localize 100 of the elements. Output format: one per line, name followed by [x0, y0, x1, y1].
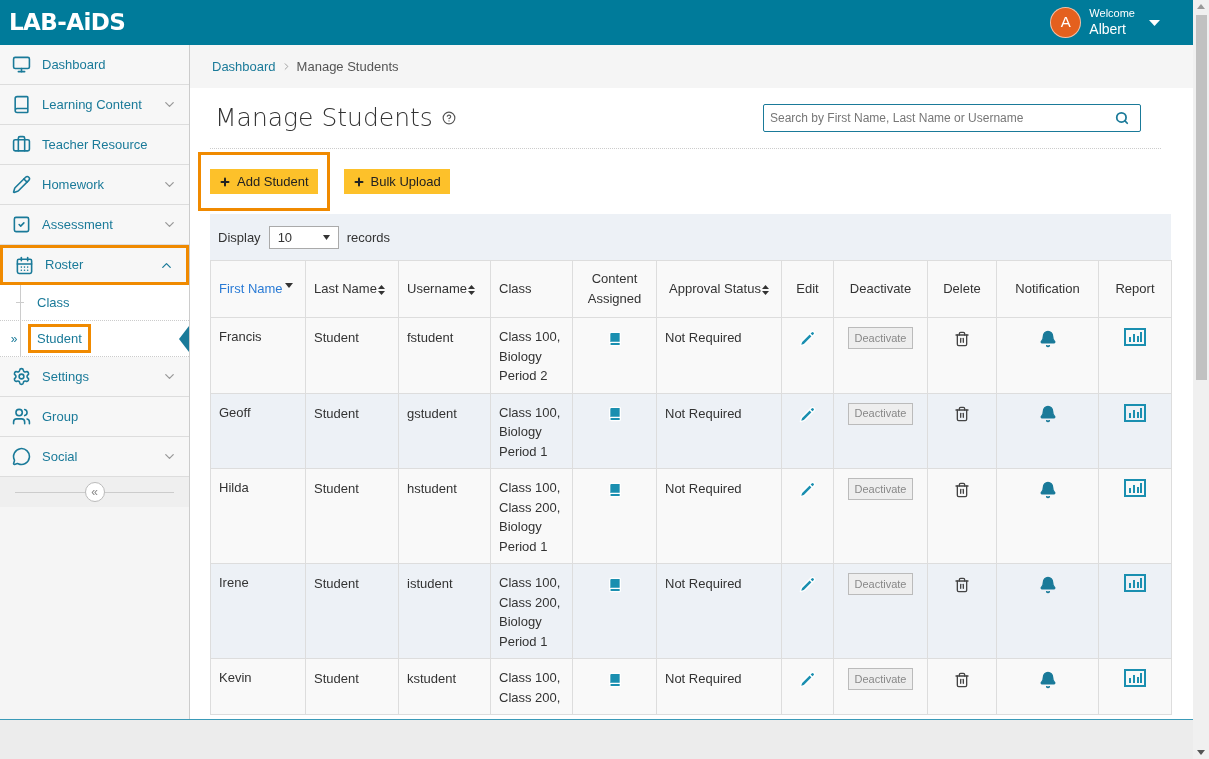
table-cell-text: Class 100, [499, 328, 562, 346]
records-label: records [346, 228, 390, 247]
table-cell-text: Biology [499, 423, 543, 441]
bell-icon[interactable] [1038, 575, 1057, 594]
help-icon[interactable] [441, 111, 456, 125]
edit-icon[interactable] [799, 671, 816, 689]
search-icon[interactable] [1115, 111, 1129, 125]
trash-icon[interactable] [954, 330, 970, 347]
people-icon [12, 407, 31, 426]
column-header[interactable]: Username [398, 260, 491, 318]
collapse-button[interactable]: « [84, 482, 105, 502]
logo[interactable]: LAB-AiDS [9, 5, 126, 40]
table-cell: Francis [219, 329, 262, 344]
deactivate-button[interactable]: Deactivate [847, 573, 914, 595]
monitor-icon [12, 55, 31, 74]
chart-icon[interactable] [1124, 328, 1146, 346]
table-cell: Hilda [219, 480, 249, 495]
avatar[interactable]: A [1050, 7, 1082, 38]
deactivate-button[interactable]: Deactivate [847, 478, 914, 500]
column-header: Edit [781, 260, 834, 318]
column-header[interactable]: Approval Status [656, 260, 782, 318]
scroll-down-icon[interactable] [1197, 750, 1205, 755]
edit-icon[interactable] [799, 481, 816, 499]
column-header: Content Assigned [572, 260, 657, 318]
book-icon[interactable] [606, 406, 623, 423]
bell-icon[interactable] [1038, 329, 1057, 348]
sort-icon[interactable] [761, 284, 769, 295]
bell-icon[interactable] [1038, 670, 1057, 689]
sort-icon[interactable] [377, 284, 385, 295]
page-size-select[interactable]: 10 [268, 226, 339, 249]
column-header: Report [1098, 260, 1172, 318]
action-button[interactable]: Add Student [210, 169, 318, 194]
current-marker: » [10, 330, 18, 348]
sidebar-item[interactable]: Roster [0, 245, 189, 285]
active-pointer-icon [179, 325, 189, 352]
table-cell-text: Class 200, [499, 593, 562, 612]
caret-icon[interactable] [1149, 19, 1160, 26]
book-icon[interactable] [606, 330, 623, 347]
plus-icon [219, 175, 231, 188]
table-cell: Student [314, 671, 359, 686]
welcome-label: Welcome [1089, 6, 1135, 21]
table-cell-text: Class 200, [499, 498, 562, 517]
table-cell: Not Required [665, 405, 742, 421]
table-cell: Student [314, 405, 359, 421]
edit-icon[interactable] [799, 576, 816, 594]
table-cell: Not Required [665, 330, 742, 345]
deactivate-button[interactable]: Deactivate [847, 402, 914, 425]
table-cell-text: Period 2 [499, 367, 549, 385]
table-cell: Student [314, 330, 359, 345]
table-cell-text: Biology [499, 613, 543, 631]
breadcrumb-current: Manage Students [296, 57, 399, 76]
deactivate-button[interactable]: Deactivate [847, 668, 914, 690]
table-cell-text: Biology [499, 347, 543, 366]
checkbox-icon [12, 215, 31, 234]
column-header: Deactivate [833, 260, 928, 318]
table-cell-text: Class 100, [499, 479, 562, 497]
table-cell: Kevin [219, 670, 252, 685]
column-header[interactable]: First Name [210, 260, 306, 318]
table-cell: Not Required [665, 671, 742, 686]
action-button[interactable]: Bulk Upload [343, 169, 450, 194]
user-name[interactable]: Albert [1089, 20, 1135, 39]
table-cell-text: Period 1 [499, 632, 549, 651]
breadcrumb-link[interactable]: Dashboard [212, 56, 276, 77]
edit-icon[interactable] [799, 405, 816, 423]
table-cell-text: Biology [499, 518, 543, 536]
display-label: Display [218, 228, 261, 247]
table-cell: kstudent [407, 671, 457, 686]
trash-icon[interactable] [954, 481, 970, 498]
deactivate-button[interactable]: Deactivate [847, 327, 914, 349]
book-icon[interactable] [606, 481, 623, 498]
edit-icon[interactable] [799, 330, 816, 348]
sidebar-subitem[interactable]: » Student [0, 321, 189, 357]
scroll-up-icon[interactable] [1197, 4, 1205, 9]
table-cell-text: Period 1 [499, 442, 549, 461]
sidebar-subitem[interactable]: Class [0, 285, 189, 321]
book-icon [12, 95, 31, 114]
briefcase-icon [12, 135, 31, 154]
settings-icon [12, 367, 31, 386]
table-cell: Student [314, 576, 359, 591]
search-field[interactable]: Search by First Name, Last Name or Username [763, 104, 1141, 132]
trash-icon[interactable] [954, 671, 970, 688]
chart-icon[interactable] [1124, 403, 1146, 422]
table-cell: Irene [219, 575, 249, 590]
book-icon[interactable] [606, 576, 623, 593]
bell-icon[interactable] [1038, 405, 1057, 424]
book-icon[interactable] [606, 671, 623, 688]
chart-icon[interactable] [1124, 574, 1146, 592]
sort-icon[interactable] [467, 284, 475, 295]
sort-icon[interactable] [284, 283, 293, 288]
scrollbar[interactable] [1193, 0, 1209, 759]
chart-icon[interactable] [1124, 479, 1146, 497]
chart-icon[interactable] [1124, 669, 1146, 687]
trash-icon[interactable] [954, 576, 970, 593]
table-cell-text: Class 100, [499, 574, 562, 592]
column-header[interactable]: Last Name [305, 260, 399, 318]
chat-icon [12, 447, 31, 466]
calendar-icon [15, 255, 34, 275]
table-cell: Geoff [219, 404, 251, 420]
bell-icon[interactable] [1038, 480, 1057, 499]
trash-icon[interactable] [954, 406, 970, 423]
